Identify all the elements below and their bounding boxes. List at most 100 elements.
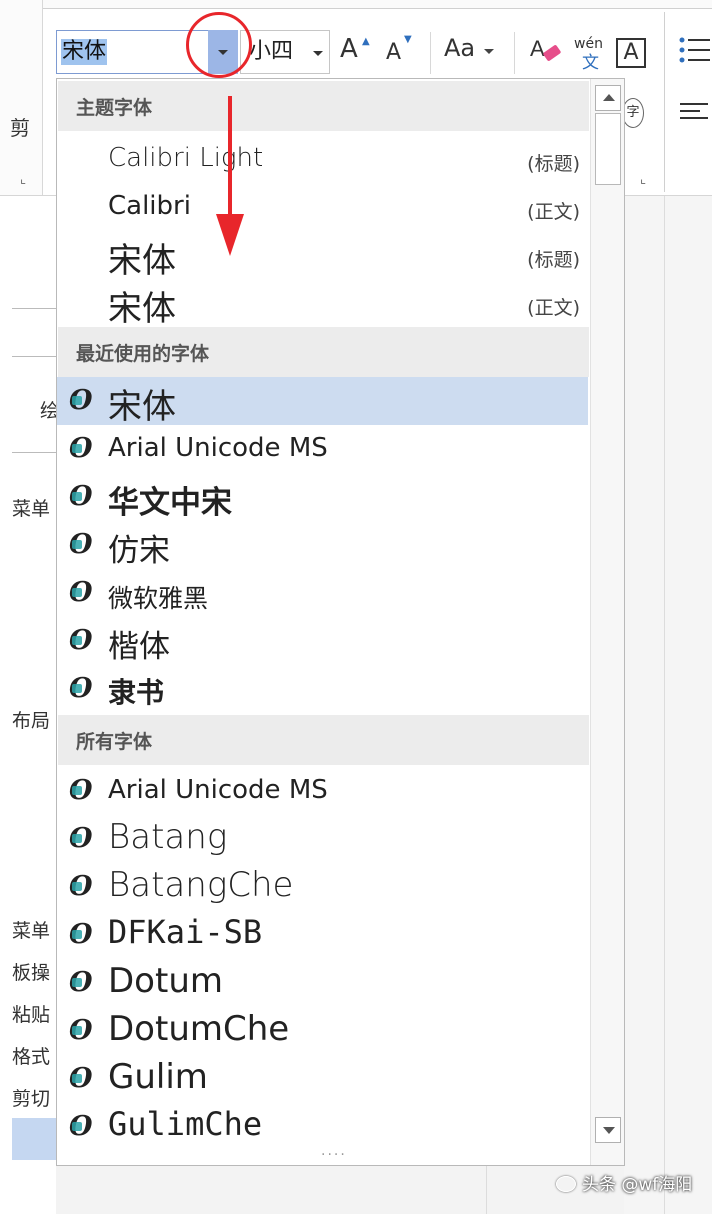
shrink-font-icon: A <box>386 40 402 65</box>
truetype-font-icon: O <box>69 1017 95 1045</box>
font-dropdown-list[interactable]: 主题字体 Calibri Light (标题) Calibri (正文) 宋体 … <box>56 78 625 1166</box>
ribbon-group-divider <box>664 12 665 192</box>
font-role-tag: (正文) <box>527 297 580 319</box>
font-list-item[interactable]: O 楷体 <box>57 617 588 666</box>
font-list-item[interactable]: O Dotum <box>57 959 588 1007</box>
font-name: BatangChe <box>108 865 294 905</box>
font-list-item[interactable]: O DFKai-SB <box>57 911 588 959</box>
font-list-item[interactable]: O 华文中宋 <box>57 473 588 522</box>
background-text: 格式 <box>12 1046 51 1068</box>
font-name: 微软雅黑 <box>108 584 209 613</box>
font-role-tag: (标题) <box>527 153 580 175</box>
scroll-up-icon[interactable] <box>595 85 621 111</box>
font-name: Arial Unicode MS <box>108 775 328 805</box>
truetype-font-icon: O <box>69 435 95 463</box>
grow-font-icon: A <box>340 34 358 64</box>
font-list-item[interactable]: O BatangChe <box>57 863 588 911</box>
font-name: DotumChe <box>108 1009 290 1049</box>
grow-font-button[interactable]: A ▲ <box>340 34 374 72</box>
ribbon-group-fragment: 剪 <box>10 116 30 140</box>
enclose-characters-button[interactable]: 字 <box>622 98 644 128</box>
font-name: Dotum <box>108 961 223 1001</box>
font-list-item[interactable]: O Arial Unicode MS <box>57 767 588 815</box>
enclose-characters-icon: 字 <box>626 105 640 120</box>
truetype-font-icon: O <box>69 627 95 655</box>
section-header-theme-fonts: 主题字体 <box>58 81 589 131</box>
background-rule <box>12 308 56 309</box>
clear-formatting-button[interactable]: A <box>530 34 564 72</box>
dropdown-scrollbar[interactable] <box>590 79 624 1165</box>
align-left-button[interactable] <box>678 100 712 130</box>
theme-font-item[interactable]: Calibri Light (标题) <box>57 135 588 183</box>
theme-font-item[interactable]: Calibri (正文) <box>57 183 588 231</box>
section-header-recent-fonts: 最近使用的字体 <box>58 327 589 377</box>
document-right-area <box>624 196 712 1214</box>
section-label: 主题字体 <box>76 97 153 119</box>
font-list-item[interactable]: O 隶书 <box>57 665 588 713</box>
watermark-text: 头条 @wf海阳 <box>582 1175 693 1195</box>
font-list-item-selected[interactable]: O 宋体 <box>57 377 588 427</box>
ribbon-top-border <box>42 0 712 9</box>
svg-text:A: A <box>530 36 545 61</box>
dialog-launcher-icon[interactable]: ⌞ <box>640 172 646 187</box>
phonetic-guide-pinyin: wén <box>574 36 603 52</box>
font-role-tag: (标题) <box>527 249 580 271</box>
font-list-item[interactable]: O DotumChe <box>57 1007 588 1055</box>
scroll-down-icon[interactable] <box>595 1117 621 1143</box>
font-size-combobox[interactable]: 小四 <box>240 30 330 74</box>
change-case-icon: Aa <box>444 34 476 62</box>
font-list-item[interactable]: O Arial Unicode MS <box>57 425 588 473</box>
watermark: 头条 @wf海阳 <box>556 1170 692 1195</box>
truetype-font-icon: O <box>69 873 95 901</box>
bullets-button[interactable] <box>678 34 712 72</box>
shrink-font-button[interactable]: A ▼ <box>386 34 420 78</box>
font-role-tag: (正文) <box>527 201 580 223</box>
background-text: 布局 <box>12 710 51 732</box>
caret-up-icon: ▲ <box>362 36 370 47</box>
dialog-launcher-icon[interactable]: ⌞ <box>20 172 26 187</box>
font-list-item[interactable]: O 仿宋 <box>57 521 588 570</box>
chevron-down-icon <box>484 49 494 54</box>
font-name: Arial Unicode MS <box>108 433 328 463</box>
truetype-font-icon: O <box>69 777 95 805</box>
font-name: 宋体 <box>108 387 176 427</box>
font-list-item[interactable]: O 微软雅黑 <box>57 569 588 617</box>
bullet-list-icon <box>679 37 710 63</box>
font-name: 华文中宋 <box>108 485 232 521</box>
font-name-value[interactable]: 宋体 <box>61 39 108 65</box>
font-name: 仿宋 <box>108 533 170 569</box>
document-divider <box>664 196 665 1214</box>
font-name: 宋体 <box>108 289 176 329</box>
annotation-arrow-icon <box>216 96 244 256</box>
background-text: 菜单 <box>12 920 51 942</box>
annotation-circle <box>186 12 252 78</box>
background-text: 剪切 <box>12 1088 51 1110</box>
font-name: 宋体 <box>108 241 176 281</box>
background-text: 粘贴 <box>12 1004 51 1026</box>
font-list-item[interactable]: O Batang <box>57 815 588 863</box>
section-header-all-fonts: 所有字体 <box>58 715 589 765</box>
resize-grip[interactable]: .... <box>321 1143 347 1159</box>
background-text: 板操 <box>12 962 51 984</box>
theme-font-item[interactable]: 宋体 (正文) <box>57 279 588 329</box>
truetype-font-icon: O <box>69 921 95 949</box>
phonetic-guide-button[interactable]: wén 文 <box>572 34 612 73</box>
align-left-icon <box>680 103 708 119</box>
truetype-font-icon: O <box>69 675 95 703</box>
phonetic-guide-char: 文 <box>582 53 599 73</box>
change-case-button[interactable]: Aa <box>444 34 496 72</box>
character-border-icon: A <box>623 40 639 65</box>
font-name: Gulim <box>108 1057 208 1097</box>
chevron-down-icon[interactable] <box>313 51 323 56</box>
font-size-value[interactable]: 小四 <box>249 39 293 65</box>
theme-font-item[interactable]: 宋体 (标题) <box>57 231 588 281</box>
truetype-font-icon: O <box>69 483 95 511</box>
font-name: 隶书 <box>108 676 165 709</box>
scroll-thumb[interactable] <box>595 113 621 185</box>
character-border-button[interactable]: A <box>616 38 646 68</box>
background-text: 菜单 <box>12 498 51 520</box>
font-list-item[interactable]: O Gulim <box>57 1055 588 1103</box>
truetype-font-icon: O <box>69 579 95 607</box>
font-name: GulimChe <box>108 1105 263 1143</box>
font-name: Batang <box>108 817 228 857</box>
